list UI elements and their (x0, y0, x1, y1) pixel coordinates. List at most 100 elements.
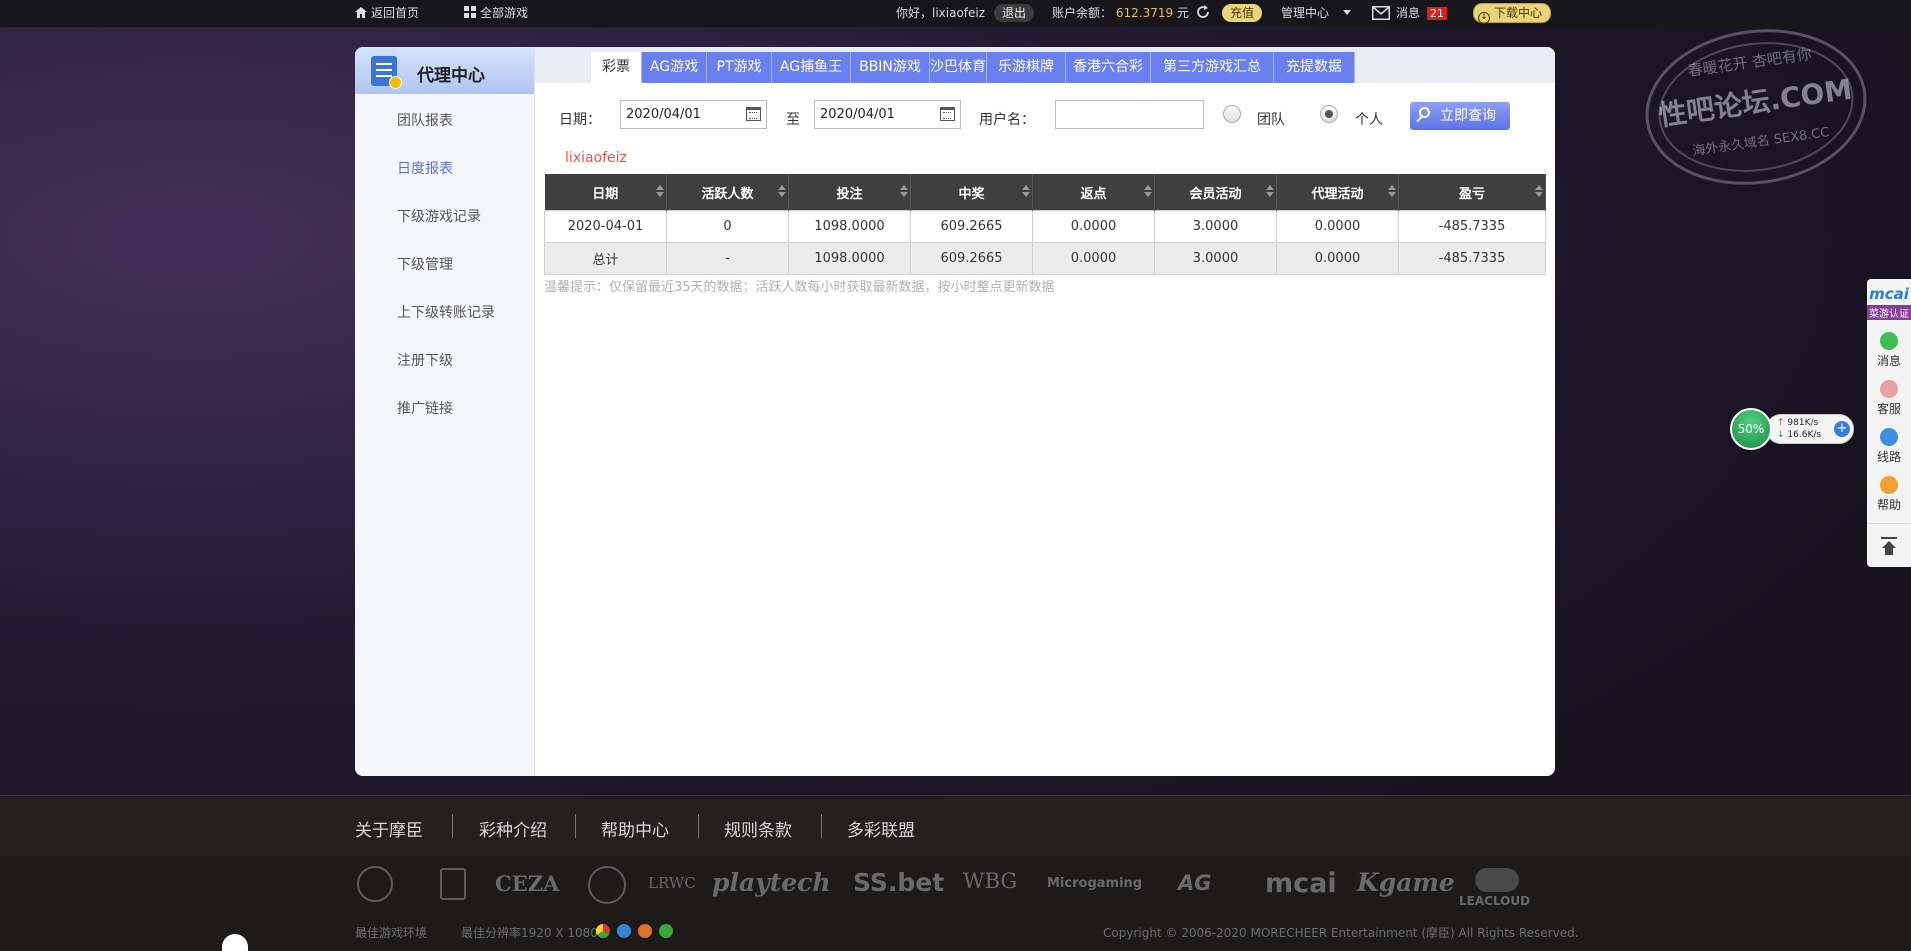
agent-center-panel: 代理中心 团队报表 日度报表 下级游戏记录 下级管理 上下级转账记录 注册下级 … (355, 47, 1555, 776)
current-username: lixiaofeiz (565, 150, 627, 166)
search-icon (1419, 107, 1430, 118)
top-bar: 返回首页 全部游戏 你好，lixiaofeiz 退出 账户余额： 612.371… (0, 0, 1911, 27)
home-link[interactable]: 返回首页 (355, 0, 419, 27)
column-header-agent-activity[interactable]: 代理活动 (1276, 174, 1399, 211)
footer-link-alliance[interactable]: 多彩联盟 (847, 816, 915, 841)
messages-link[interactable]: 消息 21 (1372, 0, 1447, 27)
crest-logo (440, 868, 466, 900)
greeting: 你好，lixiaofeiz (896, 6, 986, 20)
sidebar-item-transfer-records[interactable]: 上下级转账记录 (397, 302, 495, 322)
microgaming-logo: Microgaming (1047, 876, 1143, 891)
table-cell: 2020-04-01 (544, 210, 667, 243)
rail-messages[interactable]: 消息 (1867, 332, 1911, 369)
copyright: Copyright © 2006-2020 MORECHEER Entertai… (1103, 926, 1579, 940)
column-header-profit-loss[interactable]: 盈亏 (1398, 174, 1546, 211)
sidebar-item-daily-report[interactable]: 日度报表 (397, 158, 453, 178)
table-cell: 3.0000 (1154, 210, 1277, 243)
team-radio[interactable] (1223, 105, 1241, 123)
tab-lottery[interactable]: 彩票 (591, 52, 642, 83)
sidebar-item-register-sub[interactable]: 注册下级 (397, 350, 453, 370)
tab-ag-games[interactable]: AG游戏 (642, 52, 707, 83)
recharge-button[interactable]: 充值 (1222, 4, 1263, 22)
column-header-winnings[interactable]: 中奖 (910, 174, 1033, 211)
username-label: 用户名： (979, 112, 1035, 128)
rail-lines[interactable]: 线路 (1867, 428, 1911, 465)
sidebar-item-team-report[interactable]: 团队报表 (397, 110, 453, 130)
personal-radio-label: 个人 (1355, 112, 1383, 128)
back-to-top-button[interactable] (1867, 523, 1911, 568)
footer-link-help-center[interactable]: 帮助中心 (601, 816, 669, 841)
table-row: 2020-04-01 0 1098.0000 609.2665 0.0000 3… (544, 210, 1546, 243)
tab-leyou-chess[interactable]: 乐游棋牌 (987, 52, 1066, 83)
rail-customer-service[interactable]: 客服 (1867, 380, 1911, 417)
memory-percent-ball[interactable]: 50% (1730, 408, 1772, 450)
column-header-member-activity[interactable]: 会员活动 (1154, 174, 1277, 211)
download-center-button[interactable]: ↓ 下载中心 (1473, 3, 1552, 24)
mcai-certification-badge[interactable]: mcai 菜游认证 (1867, 285, 1911, 320)
username-input[interactable] (1055, 100, 1204, 129)
right-quick-rail: mcai 菜游认证 消息 客服 线路 帮助 (1867, 279, 1911, 567)
team-radio-label: 团队 (1257, 112, 1285, 128)
table-cell: 1098.0000 (788, 210, 911, 243)
footer-link-terms[interactable]: 规则条款 (724, 816, 792, 841)
tab-saba-sports[interactable]: 沙巴体育 (930, 52, 987, 83)
table-cell: 1098.0000 (788, 242, 911, 275)
date-to-input[interactable]: 2020/04/01 (814, 100, 961, 129)
column-header-bets[interactable]: 投注 (788, 174, 911, 211)
rail-help[interactable]: 帮助 (1867, 476, 1911, 513)
to-label: 至 (786, 112, 800, 128)
cloud-icon (1475, 868, 1519, 892)
plus-icon[interactable]: + (1834, 421, 1850, 437)
table-cell: 0 (666, 210, 789, 243)
best-resolution-label: 最佳分辨率1920 X 1080 (461, 926, 598, 940)
tab-bbin-games[interactable]: BBIN游戏 (851, 52, 930, 83)
chrome-icon (596, 924, 610, 938)
tab-third-party-summary[interactable]: 第三方游戏汇总 (1151, 52, 1274, 83)
table-cell: 0.0000 (1032, 242, 1155, 275)
balance-value: 612.3719 (1115, 6, 1174, 20)
table-cell: -485.7335 (1398, 210, 1546, 243)
calendar-icon[interactable] (746, 107, 761, 121)
column-header-active-users[interactable]: 活跃人数 (666, 174, 789, 211)
footer-link-lottery-intro[interactable]: 彩种介绍 (479, 816, 547, 841)
sidebar-item-sub-game-records[interactable]: 下级游戏记录 (397, 206, 481, 226)
query-button[interactable]: 立即查询 (1410, 102, 1510, 130)
tab-deposit-withdraw[interactable]: 充提数据 (1274, 52, 1355, 83)
tab-ag-fishing[interactable]: AG捕鱼王 (772, 52, 851, 83)
network-speed-widget[interactable]: ↑ 981K/s ↓ 16.6K/s + 50% (1730, 408, 1856, 450)
date-label: 日期： (559, 112, 601, 128)
chevron-down-icon (1342, 10, 1351, 15)
table-cell: - (666, 242, 789, 275)
manage-center-menu[interactable]: 管理中心 (1281, 0, 1351, 27)
arrow-up-icon (1881, 537, 1897, 555)
arrow-up-icon: ↑ (1777, 418, 1785, 428)
tab-pt-games[interactable]: PT游戏 (707, 52, 772, 83)
personal-radio[interactable] (1320, 105, 1338, 123)
sidebar-item-promo-link[interactable]: 推广链接 (397, 398, 453, 418)
table-total-row: 总计 - 1098.0000 609.2665 0.0000 3.0000 0.… (544, 242, 1546, 275)
lrwc-logo: LRWC (648, 874, 696, 892)
home-icon (355, 1, 367, 18)
upload-speed: ↑ 981K/s (1777, 418, 1819, 428)
tab-hk-mark-six[interactable]: 香港六合彩 (1066, 52, 1151, 83)
logout-button[interactable]: 退出 (994, 4, 1035, 22)
calendar-icon[interactable] (940, 107, 955, 121)
wbg-logo: WBG (963, 869, 1018, 893)
balance: 账户余额： 612.3719 元 (1052, 6, 1189, 20)
grid-icon (464, 1, 476, 28)
table-cell: -485.7335 (1398, 242, 1546, 275)
download-icon: ↓ (1478, 12, 1490, 24)
column-header-date[interactable]: 日期 (544, 174, 667, 211)
all-games-link[interactable]: 全部游戏 (464, 0, 528, 27)
footer-link-about[interactable]: 关于摩臣 (355, 816, 423, 841)
messages-count-badge: 21 (1426, 7, 1447, 20)
table-cell: 609.2665 (910, 242, 1033, 275)
ceza-logo: CEZA (495, 871, 560, 896)
game-tabs: 彩票 AG游戏 PT游戏 AG捕鱼王 BBIN游戏 沙巴体育 乐游棋牌 香港六合… (535, 47, 1555, 83)
chat-icon (1880, 332, 1898, 350)
column-header-rebate[interactable]: 返点 (1032, 174, 1155, 211)
refresh-icon[interactable] (1196, 0, 1210, 27)
data-retention-tip: 温馨提示：仅保留最近35天的数据；活跃人数每小时获取最新数据，按小时整点更新数据 (544, 280, 1055, 295)
date-from-input[interactable]: 2020/04/01 (620, 100, 767, 129)
sidebar-item-sub-management[interactable]: 下级管理 (397, 254, 453, 274)
